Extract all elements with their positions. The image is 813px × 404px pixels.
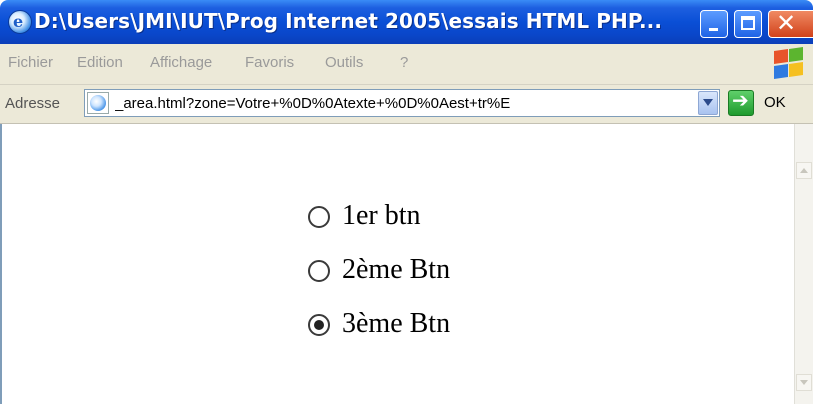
scroll-down-button[interactable] bbox=[796, 374, 812, 391]
address-label: Adresse bbox=[5, 95, 61, 112]
menu-edition[interactable]: Edition bbox=[77, 54, 123, 71]
vertical-scrollbar[interactable] bbox=[794, 124, 813, 404]
address-field[interactable] bbox=[84, 89, 720, 117]
minimize-button[interactable] bbox=[700, 10, 728, 38]
page-icon bbox=[87, 92, 109, 114]
close-button[interactable]: ✕ bbox=[768, 9, 813, 38]
page-content: 1er btn 2ème Btn 3ème Btn bbox=[0, 124, 794, 404]
maximize-icon bbox=[741, 16, 755, 30]
radio-label-3: 3ème Btn bbox=[342, 308, 451, 339]
radio-button-3[interactable] bbox=[308, 314, 330, 336]
menu-favoris[interactable]: Favoris bbox=[245, 54, 294, 71]
go-button[interactable]: ➔ bbox=[728, 88, 754, 116]
title-bar[interactable]: e D:\Users\JMI\IUT\Prog Internet 2005\es… bbox=[0, 0, 813, 44]
internet-explorer-icon: e bbox=[8, 10, 32, 34]
minimize-icon bbox=[709, 28, 718, 31]
go-label[interactable]: OK bbox=[764, 94, 786, 111]
address-input[interactable] bbox=[115, 91, 685, 115]
scroll-up-button[interactable] bbox=[796, 162, 812, 179]
window-title: D:\Users\JMI\IUT\Prog Internet 2005\essa… bbox=[34, 9, 663, 33]
go-arrow-icon: ➔ bbox=[732, 88, 749, 112]
maximize-button[interactable] bbox=[734, 10, 762, 38]
radio-label-2: 2ème Btn bbox=[342, 254, 451, 285]
radio-button-1[interactable] bbox=[308, 206, 330, 228]
radio-label-1: 1er btn bbox=[342, 200, 421, 231]
close-icon: ✕ bbox=[776, 9, 797, 37]
windows-logo-icon bbox=[770, 46, 806, 82]
menu-affichage[interactable]: Affichage bbox=[150, 54, 212, 71]
menu-bar: Fichier Edition Affichage Favoris Outils… bbox=[0, 44, 813, 85]
menu-fichier[interactable]: Fichier bbox=[8, 54, 53, 71]
menu-help[interactable]: ? bbox=[400, 54, 408, 71]
menu-outils[interactable]: Outils bbox=[325, 54, 363, 71]
radio-button-2[interactable] bbox=[308, 260, 330, 282]
address-dropdown-button[interactable] bbox=[698, 91, 718, 115]
address-bar: Adresse ➔ OK bbox=[0, 85, 813, 124]
